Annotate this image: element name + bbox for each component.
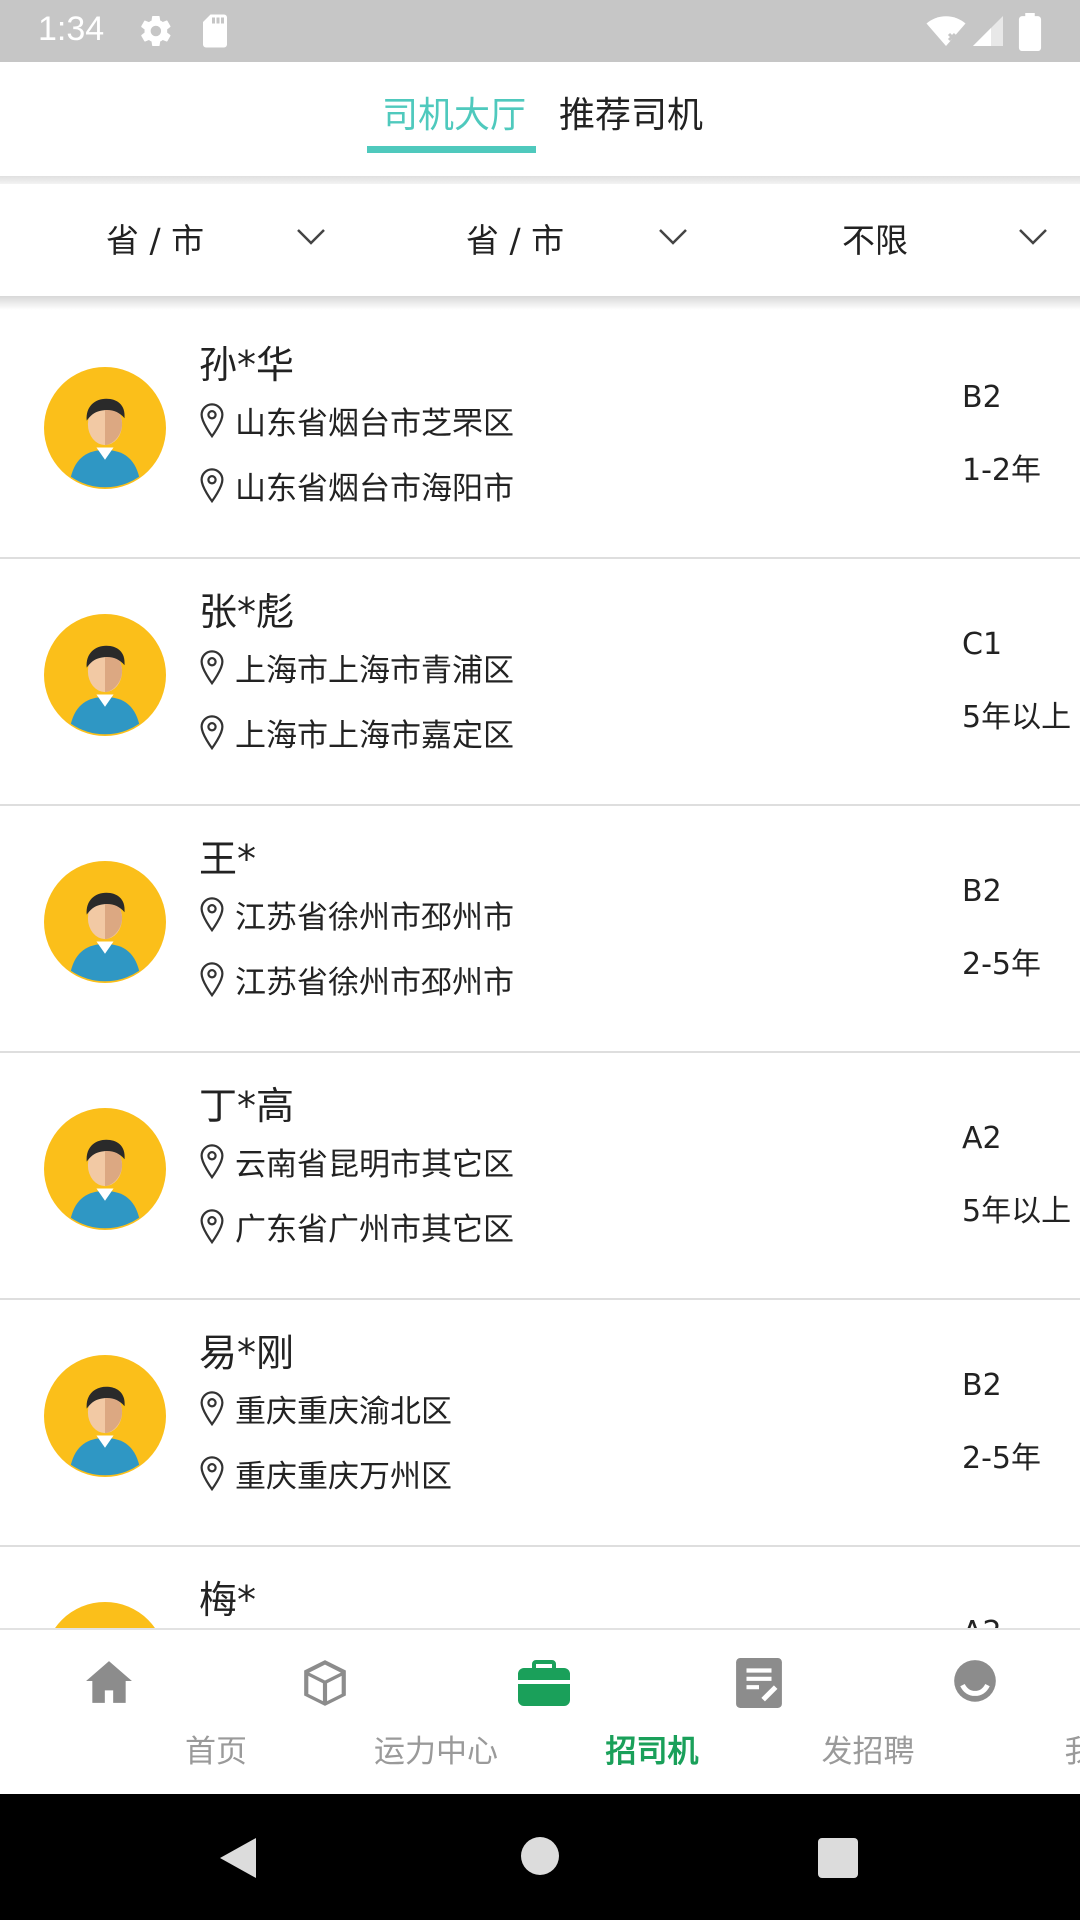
- origin-location: 上海市上海市青浦区: [199, 645, 514, 690]
- destination-location-text: 广东省广州市其它区: [235, 1212, 514, 1248]
- location-pin-icon: [200, 467, 224, 503]
- destination-location: 上海市上海市嘉定区: [199, 710, 514, 755]
- avatar: [44, 614, 166, 736]
- license-type: B2: [962, 874, 1002, 909]
- settings-icon: [141, 15, 171, 47]
- destination-location: 江苏省徐州市邳州市: [199, 957, 514, 1002]
- signal-icon: [973, 16, 1003, 46]
- chevron-down-icon[interactable]: [296, 228, 326, 246]
- filter-bar: 省 / 市 省 / 市 不限: [0, 184, 1080, 296]
- origin-location-text: 江苏省徐州市邳州市: [235, 900, 514, 936]
- nav-me-label: 我: [974, 1726, 1080, 1771]
- tab-header: 司机大厅 推荐司机: [0, 62, 1080, 178]
- location-pin-icon: [200, 1143, 224, 1179]
- origin-location: 重庆重庆渝北区: [199, 1386, 452, 1431]
- license-type: A2: [962, 1615, 1002, 1628]
- destination-location: 广东省广州市其它区: [199, 1204, 514, 1249]
- tab-driver-hall[interactable]: 司机大厅: [382, 86, 526, 138]
- destination-location-text: 上海市上海市嘉定区: [235, 718, 514, 754]
- license-type: A2: [962, 1121, 1002, 1156]
- filter-destination-province-city[interactable]: 省 / 市: [466, 214, 564, 262]
- sd-card-icon: [203, 14, 227, 48]
- origin-location-text: 云南省昆明市其它区: [235, 1147, 514, 1183]
- avatar: [55, 1602, 155, 1628]
- origin-location-text: 上海市上海市青浦区: [235, 653, 514, 689]
- wifi-icon: [926, 16, 966, 46]
- nav-hire-drivers[interactable]: 招司机: [436, 1630, 699, 1796]
- driving-experience: 2-5年: [962, 947, 1041, 982]
- location-pin-icon: [200, 649, 224, 685]
- driver-name: 孙*华: [199, 343, 295, 387]
- license-type: B2: [962, 380, 1002, 415]
- origin-location: 江苏省徐州市邳州市: [199, 892, 514, 937]
- document-edit-icon: [736, 1658, 782, 1708]
- location-pin-icon: [200, 1390, 224, 1426]
- box-icon: [304, 1660, 346, 1706]
- driver-row[interactable]: 丁*高云南省昆明市其它区 广东省广州市其它区 A2 5年以上: [0, 1051, 1080, 1300]
- driver-row[interactable]: 张*彪上海市上海市青浦区 上海市上海市嘉定区 C1 5年以上: [0, 557, 1080, 806]
- driver-name: 易*刚: [199, 1331, 295, 1375]
- location-pin-icon: [200, 961, 224, 997]
- origin-location: 云南省昆明市其它区: [199, 1139, 514, 1184]
- origin-location-text: 重庆重庆渝北区: [235, 1394, 452, 1430]
- chevron-down-icon[interactable]: [658, 228, 688, 246]
- filter-origin-province-city[interactable]: 省 / 市: [106, 214, 204, 262]
- location-pin-icon: [200, 714, 224, 750]
- driving-experience: 5年以上: [962, 700, 1072, 735]
- divider: [0, 176, 1080, 184]
- divider: [0, 296, 1080, 310]
- origin-location-text: 山东省烟台市芝罘区: [235, 406, 514, 442]
- avatar: [44, 367, 166, 489]
- filter-unlimited[interactable]: 不限: [842, 214, 908, 262]
- nav-capacity-center[interactable]: 运力中心: [216, 1630, 498, 1796]
- briefcase-icon: [518, 1660, 570, 1706]
- recents-icon[interactable]: [818, 1838, 858, 1878]
- destination-location: 重庆重庆万州区: [199, 1451, 452, 1496]
- license-type: B2: [962, 1368, 1002, 1403]
- driver-row[interactable]: 梅* A2: [0, 1545, 1080, 1628]
- driver-row[interactable]: 孙*华山东省烟台市芝罘区 山东省烟台市海阳市 B2 1-2年: [0, 310, 1080, 559]
- destination-location-text: 山东省烟台市海阳市: [235, 471, 514, 507]
- profile-icon: [954, 1660, 996, 1702]
- location-pin-icon: [200, 1455, 224, 1491]
- home-icon: [86, 1661, 132, 1703]
- bottom-nav: 首页 运力中心 招司机 发招聘 我: [0, 1628, 1080, 1796]
- avatar: [44, 861, 166, 983]
- driver-name: 王*: [199, 837, 257, 881]
- nav-me[interactable]: 我: [868, 1630, 1080, 1796]
- driving-experience: 2-5年: [962, 1441, 1041, 1476]
- system-nav-bar: [0, 1794, 1080, 1920]
- origin-location: 山东省烟台市芝罘区: [199, 398, 514, 443]
- license-type: C1: [962, 627, 1003, 662]
- destination-location: 山东省烟台市海阳市: [199, 463, 514, 508]
- destination-location-text: 江苏省徐州市邳州市: [235, 965, 514, 1001]
- location-pin-icon: [200, 402, 224, 438]
- tab-recommended-drivers[interactable]: 推荐司机: [559, 86, 703, 138]
- back-icon[interactable]: [218, 1836, 258, 1880]
- tab-indicator: [367, 146, 536, 153]
- nav-post-job[interactable]: 发招聘: [652, 1630, 915, 1796]
- nav-home[interactable]: 首页: [0, 1630, 247, 1796]
- location-pin-icon: [200, 896, 224, 932]
- status-bar: 1:34: [0, 0, 1080, 62]
- location-pin-icon: [200, 1208, 224, 1244]
- driver-name: 丁*高: [199, 1084, 295, 1128]
- battery-icon: [1018, 13, 1042, 51]
- avatar: [44, 1108, 166, 1230]
- driving-experience: 5年以上: [962, 1194, 1072, 1229]
- chevron-down-icon[interactable]: [1018, 228, 1048, 246]
- destination-location-text: 重庆重庆万州区: [235, 1459, 452, 1495]
- driving-experience: 1-2年: [962, 453, 1041, 488]
- driver-row[interactable]: 易*刚重庆重庆渝北区 重庆重庆万州区 B2 2-5年: [0, 1298, 1080, 1547]
- home-circle-icon[interactable]: [520, 1836, 560, 1876]
- driver-list[interactable]: 孙*华山东省烟台市芝罘区 山东省烟台市海阳市 B2 1-2年张*彪上海市上海市青浦区上…: [0, 310, 1080, 1628]
- driver-name: 梅*: [199, 1578, 257, 1622]
- avatar: [44, 1355, 166, 1477]
- status-time: 1:34: [38, 10, 105, 48]
- driver-name: 张*彪: [199, 590, 295, 634]
- driver-row[interactable]: 王* 江苏省徐州市邳州市 江苏省徐州市邳州市 B2 2-5年: [0, 804, 1080, 1053]
